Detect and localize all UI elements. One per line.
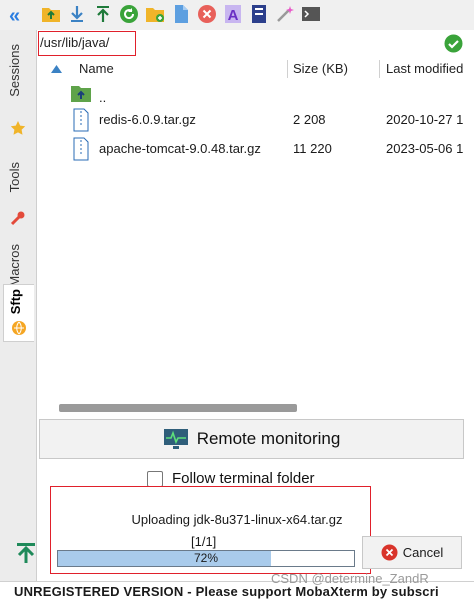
column-divider[interactable] [287,60,288,78]
collapse-sidebar-icon[interactable]: « [9,6,20,26]
archive-file-icon [73,108,89,132]
sftp-globe-icon [12,321,26,335]
parent-folder-icon[interactable] [40,4,61,25]
path-input[interactable]: /usr/lib/java/ [40,35,109,50]
column-header-size[interactable]: Size (KB) [293,58,348,80]
upload-progress-percent: 72% [193,551,219,565]
terminal-icon[interactable] [300,4,321,25]
table-row[interactable]: redis-6.0.9.tar.gz 2 208 2020-10-27 1 [37,106,474,134]
sort-ascending-icon[interactable] [51,65,62,73]
tab-sessions[interactable]: Sessions [3,40,33,150]
tab-sftp[interactable]: Sftp [3,284,34,342]
cancel-icon [381,544,398,561]
upload-icon[interactable] [92,4,113,25]
follow-terminal-checkbox[interactable] [147,470,163,487]
cancel-label: Cancel [402,545,444,560]
svg-text:A: A [227,7,238,24]
sftp-toolbar: « A [0,0,474,30]
tab-tools[interactable]: Tools [3,158,33,236]
column-divider[interactable] [379,60,380,78]
path-ok-icon[interactable] [444,34,463,58]
cancel-button[interactable]: Cancel [362,536,462,569]
parent-folder-icon [71,86,91,102]
table-row[interactable]: apache-tomcat-9.0.48.tar.gz 11 220 2023-… [37,135,474,163]
follow-terminal-label: Follow terminal folder [172,470,315,487]
column-header-name[interactable]: Name [79,58,114,80]
new-file-icon[interactable] [170,4,191,25]
delete-icon[interactable] [196,4,217,25]
file-modified: 2023-05-06 1 [386,141,464,156]
tab-macros-label: Macros [7,244,22,287]
quick-connect-icon[interactable] [274,4,295,25]
file-modified: 2020-10-27 1 [386,112,464,127]
refresh-icon[interactable] [118,4,139,25]
download-icon[interactable] [66,4,87,25]
star-icon [10,121,26,135]
file-name: redis-6.0.9.tar.gz [99,112,196,127]
watermark: CSDN @determine_ZandR [271,571,429,586]
upload-count: [1/1] [191,534,217,549]
tab-tools-label: Tools [7,162,22,193]
upload-progress-bar: 72% [57,550,355,567]
follow-terminal-folder[interactable]: Follow terminal folder [147,470,315,487]
file-size: 11 220 [293,141,332,156]
upload-status-text: Uploading jdk-8u371-linux-x64.tar.gz [131,512,343,527]
tools-icon [10,211,25,226]
upload-transfer-icon [14,541,38,570]
monitor-icon [163,429,188,449]
column-header-modified[interactable]: Last modified [386,58,463,80]
horizontal-scrollbar[interactable] [59,404,297,412]
list-item-parent-dir[interactable]: .. [37,80,474,108]
tab-sessions-label: Sessions [7,44,22,97]
file-permissions-icon[interactable] [248,4,269,25]
file-size: 2 208 [293,112,326,127]
remote-monitoring-button[interactable]: Remote monitoring [39,419,464,459]
remote-monitoring-label: Remote monitoring [196,429,341,448]
archive-file-icon [73,137,89,161]
tab-sftp-label: Sftp [8,289,23,315]
file-name: apache-tomcat-9.0.48.tar.gz [99,141,261,156]
rename-icon[interactable]: A [222,4,243,25]
new-folder-icon[interactable] [144,4,165,25]
file-list: Name Size (KB) Last modified .. redis-6.… [37,58,474,412]
unregistered-notice: UNREGISTERED VERSION - Please support Mo… [14,584,439,599]
